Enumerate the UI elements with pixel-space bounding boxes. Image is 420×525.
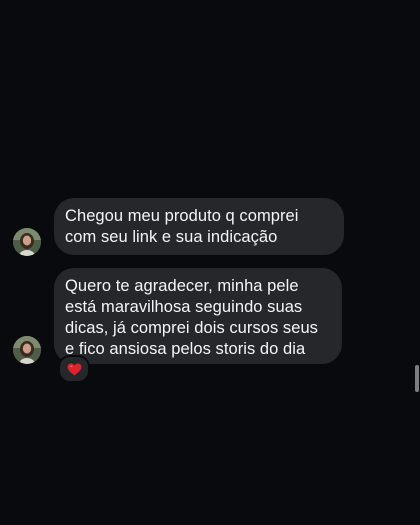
heart-icon bbox=[67, 362, 81, 376]
chat-screen: Chegou meu produto q comprei com seu lin… bbox=[0, 0, 420, 525]
user-avatar-icon bbox=[13, 228, 41, 256]
message-text: Chegou meu produto q comprei com seu lin… bbox=[65, 207, 299, 246]
avatar[interactable] bbox=[13, 228, 41, 256]
scrollbar-thumb[interactable] bbox=[415, 365, 419, 392]
message-bubble[interactable]: Quero te agradecer, minha pele está mara… bbox=[54, 268, 342, 364]
message-bubble[interactable]: Chegou meu produto q comprei com seu lin… bbox=[54, 198, 344, 255]
user-avatar-icon bbox=[13, 336, 41, 364]
message-text: Quero te agradecer, minha pele está mara… bbox=[65, 277, 318, 358]
avatar[interactable] bbox=[13, 336, 41, 364]
message-reaction[interactable] bbox=[58, 355, 90, 383]
